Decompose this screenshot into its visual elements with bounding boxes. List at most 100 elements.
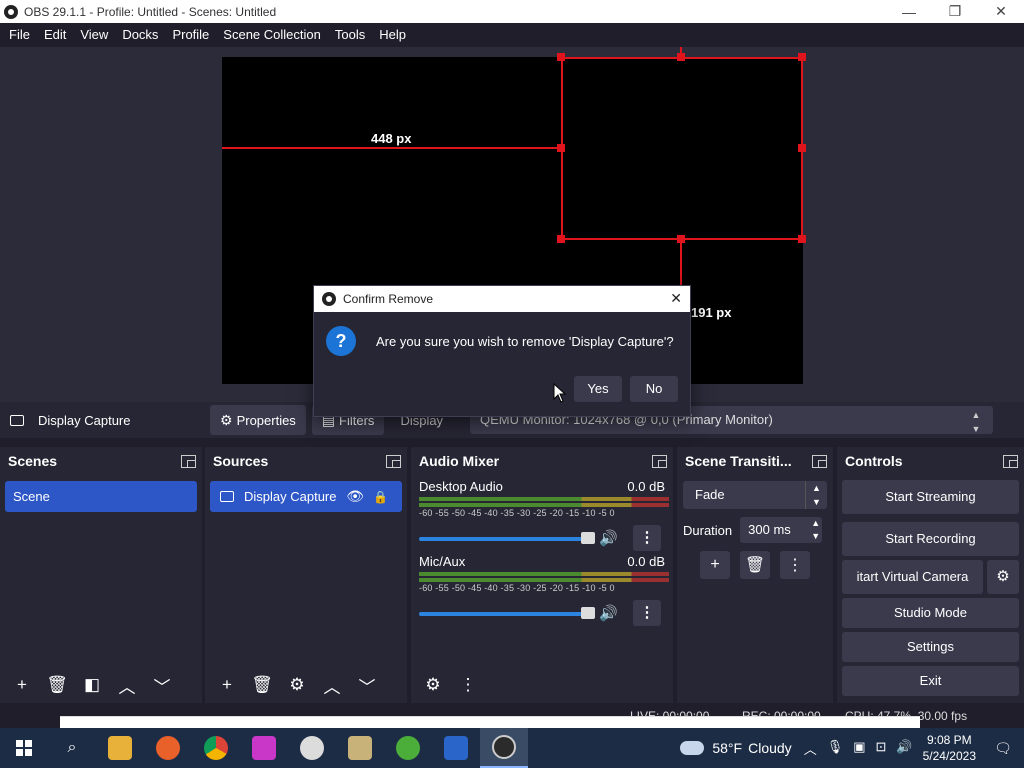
resize-handle-ml[interactable] xyxy=(557,144,565,152)
taskbar: ⌕ 58°F Cloudy ︿ 🎙 ▣ ⊡ 🔊 9:08 PM 5/24/202… xyxy=(0,728,1024,768)
transition-select[interactable]: Fade ▲ ▼ xyxy=(683,481,827,509)
obs-taskbar-icon[interactable] xyxy=(480,728,528,768)
app-tray-icon[interactable]: ▣ xyxy=(853,739,865,758)
undock-icon[interactable] xyxy=(181,454,196,468)
weather-widget[interactable]: 58°F Cloudy xyxy=(680,740,792,756)
settings-button[interactable]: Settings xyxy=(842,632,1019,662)
source-properties-button[interactable]: ⚙ xyxy=(280,671,314,699)
volume-slider[interactable] xyxy=(419,537,589,541)
menu-docks[interactable]: Docks xyxy=(115,23,165,47)
notification-icon[interactable]: 🗨 xyxy=(988,740,1018,757)
move-up-button[interactable]: ︿ xyxy=(315,671,349,699)
scenes-title: Scenes xyxy=(8,453,58,469)
eye-icon[interactable]: 👁 xyxy=(346,488,364,505)
move-down-button[interactable]: ﹀ xyxy=(145,671,179,699)
move-down-button[interactable]: ﹀ xyxy=(350,671,384,699)
volume-slider-thumb[interactable] xyxy=(581,607,595,619)
menu-view[interactable]: View xyxy=(73,23,115,47)
spinner-icon[interactable]: ▲ ▼ xyxy=(811,517,820,543)
volume-slider[interactable] xyxy=(419,612,589,616)
scenes-header: Scenes xyxy=(0,447,202,475)
audio-channel-header: Desktop Audio 0.0 dB xyxy=(419,475,665,494)
move-up-button[interactable]: ︿ xyxy=(110,671,144,699)
menu-file[interactable]: File xyxy=(2,23,37,47)
speaker-icon[interactable]: 🔊 xyxy=(599,529,618,547)
add-transition-button[interactable]: + xyxy=(700,551,730,579)
menu-scene-collection[interactable]: Scene Collection xyxy=(216,23,328,47)
chevron-updown-icon: ▲ ▼ xyxy=(805,481,827,509)
resize-handle-tl[interactable] xyxy=(557,53,565,61)
studio-mode-button[interactable]: Studio Mode xyxy=(842,598,1019,628)
properties-button[interactable]: ⚙ Properties xyxy=(210,405,306,435)
no-button[interactable]: No xyxy=(630,376,678,402)
audio-channel-header: Mic/Aux 0.0 dB xyxy=(419,550,665,569)
menu-help[interactable]: Help xyxy=(372,23,413,47)
start-streaming-button[interactable]: Start Streaming xyxy=(842,480,1019,514)
volume-meter xyxy=(419,497,669,501)
app-icon[interactable] xyxy=(240,728,288,768)
undock-icon[interactable] xyxy=(386,454,401,468)
windows-icon xyxy=(16,740,32,756)
search-icon[interactable]: ⌕ xyxy=(48,728,96,768)
firefox-icon[interactable] xyxy=(144,728,192,768)
start-button[interactable] xyxy=(0,728,48,768)
undock-icon[interactable] xyxy=(812,454,827,468)
resize-handle-bc[interactable] xyxy=(677,235,685,243)
undock-icon[interactable] xyxy=(1003,454,1018,468)
lock-icon[interactable]: 🔒 xyxy=(373,490,388,504)
chrome-icon[interactable] xyxy=(192,728,240,768)
more-options-button[interactable]: ⋮ xyxy=(633,600,661,626)
bottom-measure-label: 191 px xyxy=(691,305,732,320)
app-icon[interactable] xyxy=(336,728,384,768)
resize-handle-mr[interactable] xyxy=(798,144,806,152)
undock-icon[interactable] xyxy=(652,454,667,468)
more-options-button[interactable]: ⋮ xyxy=(451,671,485,699)
resize-handle-bl[interactable] xyxy=(557,235,565,243)
monitor-icon xyxy=(220,491,234,502)
sources-dock: Sources Display Capture 👁 🔒 + 🗑 ⚙ ︿ ﹀ xyxy=(205,447,407,703)
duration-input[interactable]: 300 ms ▲ ▼ xyxy=(740,517,823,543)
volume-icon[interactable]: 🔊 xyxy=(896,739,912,758)
close-icon[interactable]: ✕ xyxy=(670,290,682,307)
speaker-icon[interactable]: 🔊 xyxy=(599,604,618,622)
yes-button[interactable]: Yes xyxy=(574,376,622,402)
sources-header: Sources xyxy=(205,447,407,475)
add-source-button[interactable]: + xyxy=(210,671,244,699)
volume-slider-thumb[interactable] xyxy=(581,532,595,544)
audio-channel-mic: Mic/Aux 0.0 dB -60 -55 -50 -45 -40 -35 -… xyxy=(411,550,673,626)
exit-button[interactable]: Exit xyxy=(842,666,1019,696)
clock[interactable]: 9:08 PM 5/24/2023 xyxy=(923,732,976,764)
duration-value: 300 ms xyxy=(748,522,791,537)
microphone-icon[interactable]: 🎙 xyxy=(827,739,844,758)
start-recording-button[interactable]: Start Recording xyxy=(842,522,1019,556)
maximize-button[interactable]: ❐ xyxy=(932,0,978,23)
app-icon[interactable] xyxy=(432,728,480,768)
more-options-button[interactable]: ⋮ xyxy=(633,525,661,551)
resize-handle-tr[interactable] xyxy=(798,53,806,61)
remove-scene-button[interactable]: 🗑 xyxy=(40,671,74,699)
remove-source-button[interactable]: 🗑 xyxy=(245,671,279,699)
transition-options-button[interactable]: ⋮ xyxy=(780,551,810,579)
menu-tools[interactable]: Tools xyxy=(328,23,372,47)
menu-edit[interactable]: Edit xyxy=(37,23,73,47)
source-list-item[interactable]: Display Capture 👁 🔒 xyxy=(210,481,402,512)
resize-handle-tc[interactable] xyxy=(677,53,685,61)
menu-profile[interactable]: Profile xyxy=(165,23,216,47)
selected-source: Display Capture xyxy=(0,413,210,428)
chevron-up-icon[interactable]: ︿ xyxy=(804,739,817,758)
virtual-camera-row: itart Virtual Camera ⚙ xyxy=(842,560,1019,594)
close-button[interactable]: ✕ xyxy=(978,0,1024,23)
scene-list-item[interactable]: Scene xyxy=(5,481,197,512)
remove-transition-button[interactable]: 🗑 xyxy=(740,551,770,579)
start-virtual-camera-button[interactable]: itart Virtual Camera xyxy=(842,560,983,594)
add-scene-button[interactable]: + xyxy=(5,671,39,699)
file-explorer-icon[interactable] xyxy=(96,728,144,768)
scene-filters-button[interactable]: ◧ xyxy=(75,671,109,699)
app-icon[interactable] xyxy=(384,728,432,768)
virtual-camera-gear-icon[interactable]: ⚙ xyxy=(987,560,1019,594)
network-icon[interactable]: ⊡ xyxy=(876,739,887,758)
minimize-button[interactable]: — xyxy=(886,0,932,23)
app-icon[interactable] xyxy=(288,728,336,768)
resize-handle-br[interactable] xyxy=(798,235,806,243)
advanced-audio-gear-icon[interactable]: ⚙ xyxy=(416,671,450,699)
